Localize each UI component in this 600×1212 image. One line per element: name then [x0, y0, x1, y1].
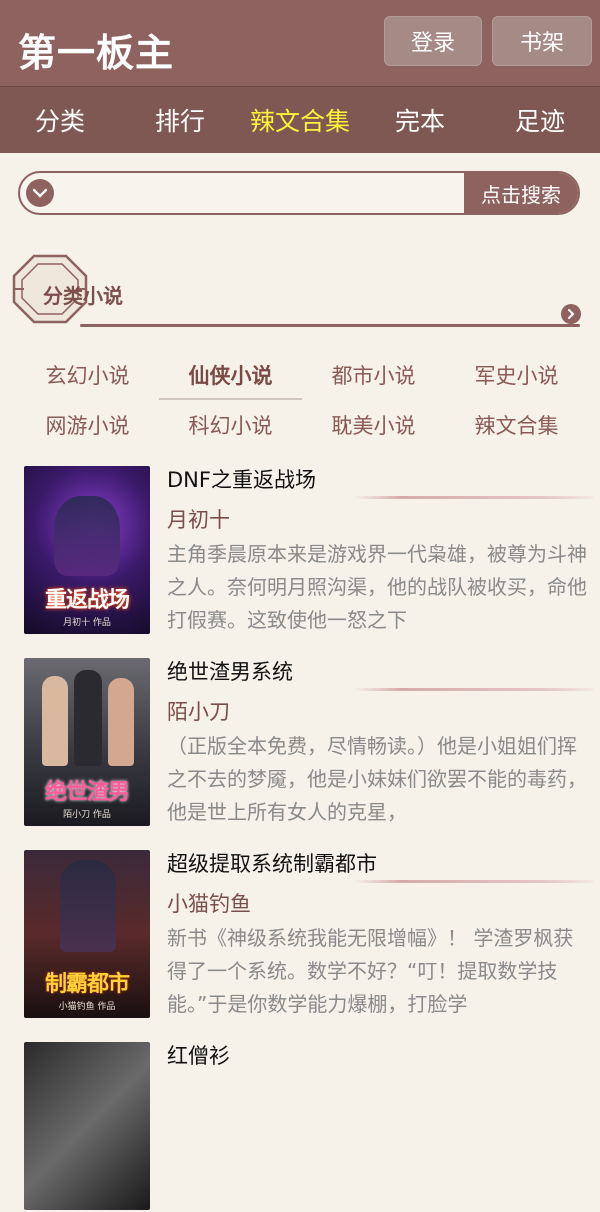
book-cover[interactable]: 绝世渣男 陌小刀 作品: [24, 658, 150, 826]
book-title[interactable]: 绝世渣男系统: [167, 656, 293, 686]
category-item[interactable]: 网游小说: [16, 400, 159, 450]
category-item[interactable]: 都市小说: [302, 350, 445, 400]
category-item[interactable]: 军史小说: [445, 350, 588, 400]
category-item[interactable]: 科幻小说: [159, 400, 302, 450]
cover-title: 绝世渣男: [44, 780, 130, 805]
site-title[interactable]: 第一板主: [18, 22, 174, 77]
book-item[interactable]: 红僧衫: [24, 1042, 594, 1212]
search-bar: 点击搜索: [18, 171, 580, 215]
book-title[interactable]: 超级提取系统制霸都市: [167, 848, 377, 878]
search-button[interactable]: 点击搜索: [464, 173, 578, 213]
book-title[interactable]: DNF之重返战场: [167, 464, 316, 494]
book-description: 主角季晨原本来是游戏界一代枭雄，被尊为斗神之人。奈何明月照沟渠，他的战队被收买，…: [167, 542, 587, 632]
book-item[interactable]: 重返战场 月初十 作品 DNF之重返战场 月初十 主角季晨原本来是游戏界一代枭雄…: [24, 466, 594, 636]
book-cover[interactable]: [24, 1042, 150, 1210]
title-divider: [354, 880, 594, 883]
category-item[interactable]: 辣文合集: [445, 400, 588, 450]
book-item[interactable]: 绝世渣男 陌小刀 作品 绝世渣男系统 陌小刀 （正版全本免费，尽情畅读。）他是小…: [24, 658, 594, 828]
category-item[interactable]: 耽美小说: [302, 400, 445, 450]
nav-item-history[interactable]: 足迹: [480, 102, 600, 138]
search-input[interactable]: [64, 173, 468, 213]
section-header: 分类小说: [10, 252, 590, 332]
login-button[interactable]: 登录: [384, 16, 482, 66]
chevron-down-icon[interactable]: [26, 179, 54, 207]
title-divider: [354, 496, 594, 499]
nav-item-collection[interactable]: 辣文合集: [240, 102, 360, 138]
main-nav: 分类 排行 辣文合集 完本 足迹: [0, 86, 600, 153]
chevron-right-icon[interactable]: [561, 304, 581, 324]
book-cover[interactable]: 制霸都市 小猫钓鱼 作品: [24, 850, 150, 1018]
section-divider: [80, 324, 580, 327]
book-author: 小猫钓鱼: [167, 892, 251, 916]
cover-title: 重返战场: [44, 588, 130, 613]
section-title: 分类小说: [43, 284, 123, 308]
top-header: 第一板主 登录 书架: [0, 0, 600, 86]
bookshelf-button[interactable]: 书架: [492, 16, 592, 66]
book-cover[interactable]: 重返战场 月初十 作品: [24, 466, 150, 634]
nav-item-category[interactable]: 分类: [0, 102, 120, 138]
cover-title: 制霸都市: [44, 972, 130, 997]
category-item[interactable]: 玄幻小说: [16, 350, 159, 400]
nav-item-completed[interactable]: 完本: [360, 102, 480, 138]
title-divider: [354, 688, 594, 691]
book-author: 陌小刀: [167, 700, 230, 724]
category-grid: 玄幻小说 仙侠小说 都市小说 军史小说 网游小说 科幻小说 耽美小说 辣文合集: [16, 350, 588, 450]
book-item[interactable]: 制霸都市 小猫钓鱼 作品 超级提取系统制霸都市 小猫钓鱼 新书《神级系统我能无限…: [24, 850, 594, 1020]
book-description: 新书《神级系统我能无限增幅》！ 学渣罗枫获得了一个系统。数学不好？“叮！提取数学…: [167, 926, 574, 1016]
category-item[interactable]: 仙侠小说: [159, 350, 302, 400]
book-description: （正版全本免费，尽情畅读。）他是小姐姐们挥之不去的梦魇，他是小妹妹们欲罢不能的毒…: [167, 734, 587, 824]
nav-item-ranking[interactable]: 排行: [120, 102, 240, 138]
book-author: 月初十: [167, 508, 230, 532]
